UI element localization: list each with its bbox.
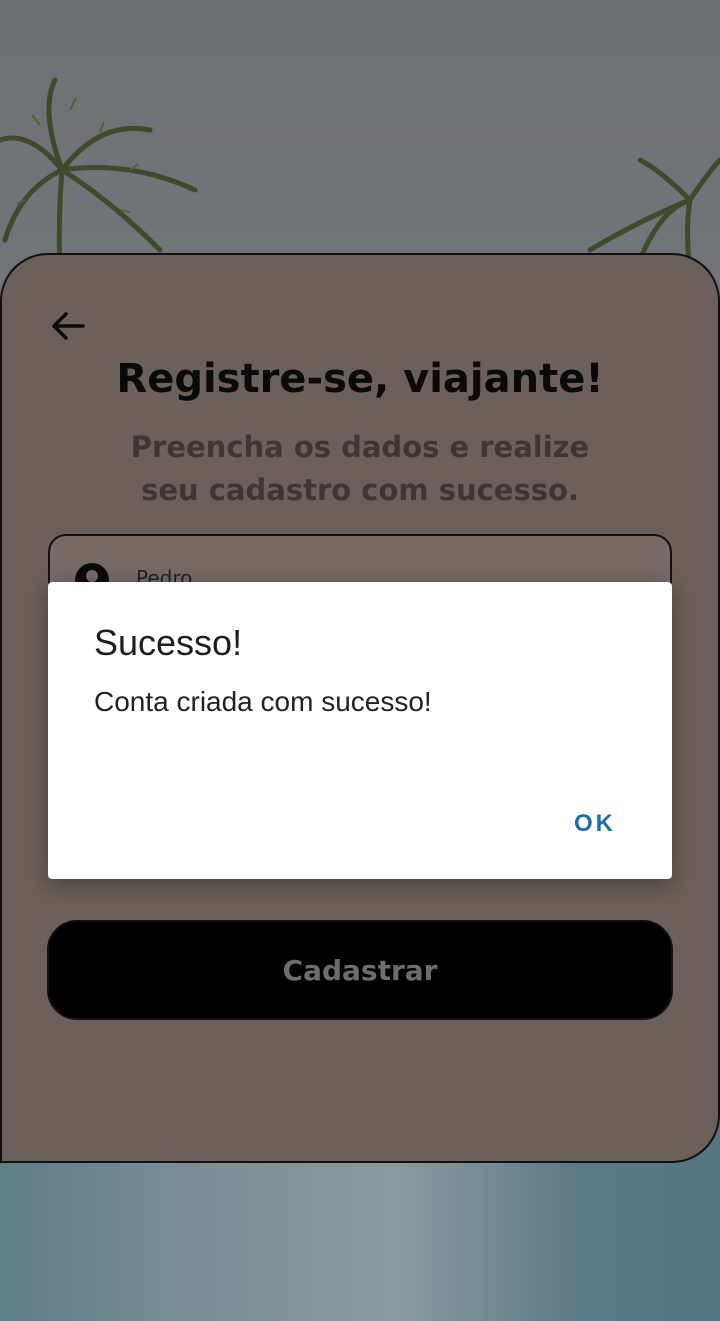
dialog-title: Sucesso! (94, 622, 243, 663)
dialog-message: Conta criada com sucesso! (94, 686, 432, 717)
ok-button[interactable]: OK (574, 810, 616, 838)
success-dialog: Sucesso! Conta criada com sucesso! OK (48, 582, 672, 879)
